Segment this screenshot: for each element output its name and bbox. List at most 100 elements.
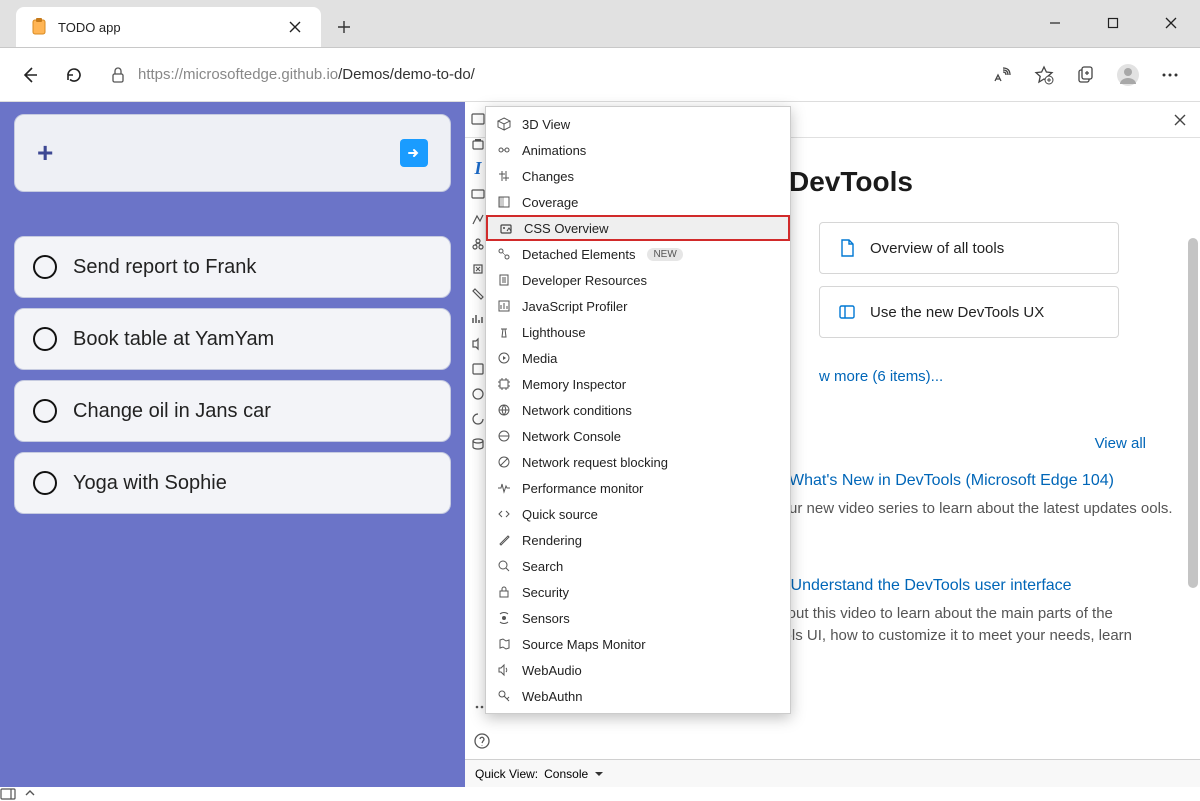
menu-label: Network request blocking: [522, 455, 668, 470]
menu-item-webaudio[interactable]: WebAudio: [486, 657, 790, 683]
menu-label: JavaScript Profiler: [522, 299, 627, 314]
menu-item-webauthn[interactable]: WebAuthn: [486, 683, 790, 709]
check-circle-icon[interactable]: [33, 399, 57, 423]
nav-refresh-button[interactable]: [54, 55, 94, 95]
titlebar: TODO app: [0, 0, 1200, 48]
collections-icon[interactable]: [1066, 55, 1106, 95]
browser-tab[interactable]: TODO app: [16, 7, 321, 47]
article-summary: Check out this video to learn about the …: [741, 603, 1176, 648]
card-label: Use the new DevTools UX: [870, 304, 1044, 321]
nav-back-button[interactable]: [10, 55, 50, 95]
window-maximize-button[interactable]: [1084, 0, 1142, 47]
menu-item-lighthouse[interactable]: Lighthouse: [486, 319, 790, 345]
menu-label: CSS Overview: [524, 221, 609, 236]
dropdown-icon[interactable]: [594, 769, 604, 779]
todo-text: Book table at YamYam: [73, 328, 274, 351]
devtools-close-button[interactable]: [1160, 102, 1200, 137]
url-bar[interactable]: https://microsoftedge.github.io/Demos/de…: [98, 57, 978, 93]
submit-todo-button[interactable]: [400, 139, 428, 167]
menu-item-changes[interactable]: Changes: [486, 163, 790, 189]
read-aloud-icon[interactable]: [982, 55, 1022, 95]
todo-text: Change oil in Jans car: [73, 400, 271, 423]
menu-item-3d-view[interactable]: 3D View: [486, 111, 790, 137]
tab-title: TODO app: [58, 20, 283, 35]
todo-list: Send report to Frank Book table at YamYa…: [14, 236, 451, 514]
menu-label: Lighthouse: [522, 325, 586, 340]
play-icon: [496, 350, 512, 366]
map-icon: [496, 636, 512, 652]
new-tab-button[interactable]: [325, 8, 363, 46]
audio-icon: [496, 662, 512, 678]
sensor-icon: [496, 610, 512, 626]
help-icon[interactable]: [470, 729, 494, 753]
profiler-icon: [496, 298, 512, 314]
menu-item-animations[interactable]: Animations: [486, 137, 790, 163]
detached-icon: [496, 246, 512, 262]
menu-item-network-conditions[interactable]: Network conditions: [486, 397, 790, 423]
window-close-button[interactable]: [1142, 0, 1200, 47]
menu-item-memory-inspector[interactable]: Memory Inspector: [486, 371, 790, 397]
menu-item-coverage[interactable]: Coverage: [486, 189, 790, 215]
panel-icon: [838, 303, 856, 321]
more-tools-menu: 3D View Animations Changes Coverage CSS …: [485, 106, 791, 714]
site-info-icon[interactable]: [110, 66, 126, 84]
menu-item-search[interactable]: Search: [486, 553, 790, 579]
menu-item-security[interactable]: Security: [486, 579, 790, 605]
check-circle-icon[interactable]: [33, 471, 57, 495]
quickview-tab[interactable]: Console: [544, 767, 588, 781]
menu-item-developer-resources[interactable]: Developer Resources: [486, 267, 790, 293]
resource-icon: [496, 272, 512, 288]
menu-label: Animations: [522, 143, 586, 158]
menu-item-rendering[interactable]: Rendering: [486, 527, 790, 553]
todo-item[interactable]: Yoga with Sophie: [14, 452, 451, 514]
menu-item-media[interactable]: Media: [486, 345, 790, 371]
menu-label: 3D View: [522, 117, 570, 132]
check-circle-icon[interactable]: [33, 327, 57, 351]
network-icon: [496, 402, 512, 418]
check-circle-icon[interactable]: [33, 255, 57, 279]
menu-label: Quick source: [522, 507, 598, 522]
chip-icon: [496, 376, 512, 392]
menu-label: Security: [522, 585, 569, 600]
new-todo-card[interactable]: +: [14, 114, 451, 192]
chevron-up-icon[interactable]: [24, 787, 36, 801]
menu-label: Network Console: [522, 429, 621, 444]
menu-item-source-maps-monitor[interactable]: Source Maps Monitor: [486, 631, 790, 657]
more-menu-icon[interactable]: [1150, 55, 1190, 95]
menu-item-performance-monitor[interactable]: Performance monitor: [486, 475, 790, 501]
profile-icon[interactable]: [1108, 55, 1148, 95]
scrollbar-thumb[interactable]: [1188, 238, 1198, 588]
menu-label: Memory Inspector: [522, 377, 626, 392]
todo-item[interactable]: Change oil in Jans car: [14, 380, 451, 442]
network-icon: [496, 428, 512, 444]
window-controls: [1026, 0, 1200, 47]
menu-item-css-overview[interactable]: CSS Overview: [486, 215, 790, 241]
pulse-icon: [496, 480, 512, 496]
todo-item[interactable]: Book table at YamYam: [14, 308, 451, 370]
brush-icon: [496, 532, 512, 548]
menu-item-network-request-blocking[interactable]: Network request blocking: [486, 449, 790, 475]
window-minimize-button[interactable]: [1026, 0, 1084, 47]
favorites-icon[interactable]: [1024, 55, 1064, 95]
menu-label: Detached Elements: [522, 247, 635, 262]
tab-close-button[interactable]: [283, 15, 307, 39]
todo-item[interactable]: Send report to Frank: [14, 236, 451, 298]
quickview-label: Quick View:: [475, 767, 538, 781]
menu-label: Changes: [522, 169, 574, 184]
menu-item-detached-elements[interactable]: Detached ElementsNEW: [486, 241, 790, 267]
cube-icon: [496, 116, 512, 132]
article-link[interactable]: Video: Understand the DevTools user inte…: [741, 577, 1176, 595]
menu-item-network-console[interactable]: Network Console: [486, 423, 790, 449]
menu-label: Media: [522, 351, 557, 366]
menu-label: Coverage: [522, 195, 578, 210]
new-ux-card[interactable]: Use the new DevTools UX: [819, 286, 1119, 338]
menu-label: Source Maps Monitor: [522, 637, 646, 652]
url-text: https://microsoftedge.github.io/Demos/de…: [138, 66, 475, 83]
menu-item-quick-source[interactable]: Quick source: [486, 501, 790, 527]
menu-item-sensors[interactable]: Sensors: [486, 605, 790, 631]
plus-icon: +: [37, 137, 53, 169]
search-icon: [496, 558, 512, 574]
menu-item-javascript-profiler[interactable]: JavaScript Profiler: [486, 293, 790, 319]
dock-icon[interactable]: [0, 787, 16, 801]
overview-card[interactable]: Overview of all tools: [819, 222, 1119, 274]
